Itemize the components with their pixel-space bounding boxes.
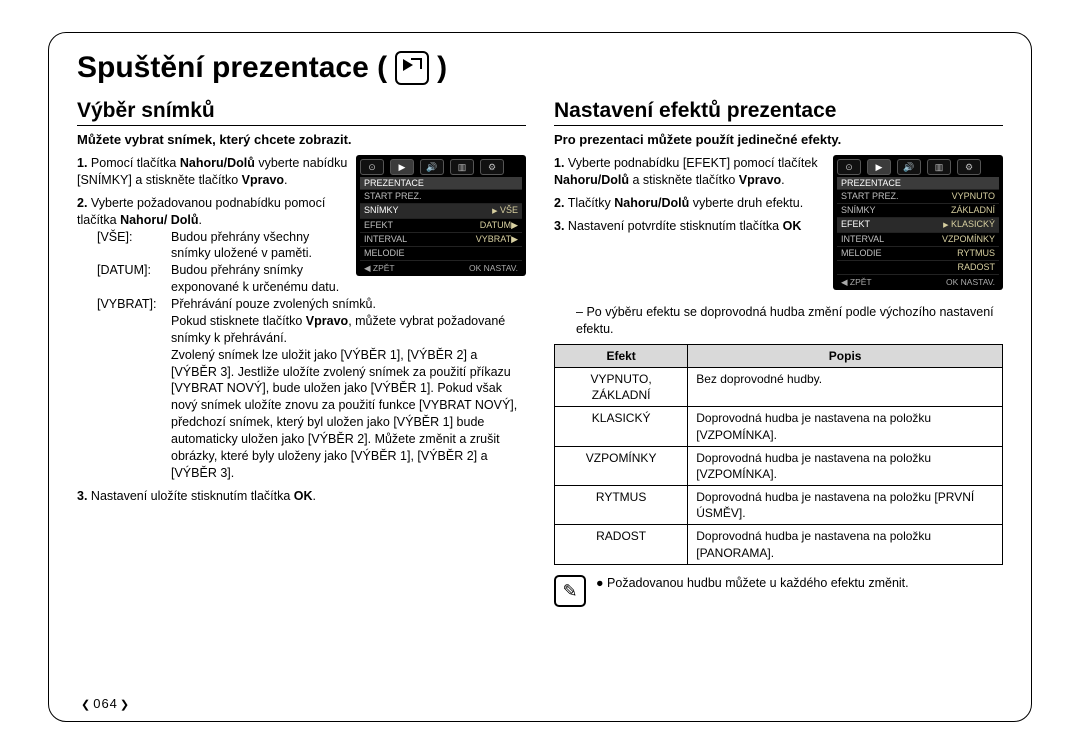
t: Vpravo xyxy=(739,173,781,187)
title-close: ) xyxy=(437,51,447,85)
screen-tab-icon: ⊙ xyxy=(837,159,861,175)
screen-tab-icon: ⊙ xyxy=(360,159,384,175)
title-text: Spuštění prezentace ( xyxy=(77,51,387,85)
screen-row-l: START PREZ. xyxy=(364,190,422,203)
screen-tab-icon: ⚙ xyxy=(957,159,981,175)
td: VYPNUTO, ZÁKLADNÍ xyxy=(555,367,688,406)
screen-row-l: SNÍMKY xyxy=(364,204,399,218)
table-row: KLASICKÝDoprovodná hudba je nastavena na… xyxy=(555,407,1003,446)
opt-v: Budou přehrány snímky exponované k určen… xyxy=(171,262,348,296)
td: KLASICKÝ xyxy=(555,407,688,446)
step-3: 3 Nastavení uložíte stisknutím tlačítka … xyxy=(77,488,526,505)
t: . xyxy=(199,213,202,227)
screen-foot-l: ◀ ZPĚT xyxy=(841,277,872,288)
th: Popis xyxy=(688,344,1003,367)
th: Efekt xyxy=(555,344,688,367)
opt-k: [VŠE]: xyxy=(97,229,171,263)
opt-k: [DATUM]: xyxy=(97,262,171,296)
right-lead: Pro prezentaci můžete použít jedinečné e… xyxy=(554,132,1003,147)
screen-row-l: EFEKT xyxy=(364,219,393,232)
camera-screen-right: ⊙ ▶ 🔊 ▥ ⚙ PREZENTACE START PREZ.VYPNUTO … xyxy=(833,155,1003,290)
screen-row-r: ZÁKLADNÍ xyxy=(951,204,995,217)
td: VZPOMÍNKY xyxy=(555,446,688,485)
screen-row-r: VZPOMÍNKY xyxy=(942,233,995,246)
left-lead: Můžete vybrat snímek, který chcete zobra… xyxy=(77,132,526,147)
td: RADOST xyxy=(555,525,688,564)
screen-row-l: MELODIE xyxy=(841,247,882,260)
screen-header: PREZENTACE xyxy=(837,177,999,189)
td: RYTMUS xyxy=(555,486,688,525)
td: Doprovodná hudba je nastavena na položku… xyxy=(688,446,1003,485)
t: Nahoru/Dolů xyxy=(554,173,629,187)
t: vyberte druh efektu. xyxy=(689,196,803,210)
t: Nahoru/ Dolů xyxy=(120,213,198,227)
t: Pokud stisknete tlačítko xyxy=(171,314,306,328)
slideshow-icon xyxy=(395,51,429,85)
screen-foot-l: ◀ ZPĚT xyxy=(364,263,395,274)
td: Doprovodná hudba je nastavena na položku… xyxy=(688,525,1003,564)
camera-screen-left: ⊙ ▶ 🔊 ▥ ⚙ PREZENTACE START PREZ. SNÍMKY▶… xyxy=(356,155,526,276)
screen-tab-icon: ⚙ xyxy=(480,159,504,175)
screen-foot-r: OK NASTAV. xyxy=(946,277,995,288)
screen-row-l: INTERVAL xyxy=(841,233,884,246)
table-row: RYTMUSDoprovodná hudba je nastavena na p… xyxy=(555,486,1003,525)
screen-row-l: SNÍMKY xyxy=(841,204,876,217)
screen-row-r: VYBRAT▶ xyxy=(476,233,518,246)
td: Bez doprovodné hudby. xyxy=(688,367,1003,406)
t: Vyberte podnabídku [EFEKT] pomocí tlačít… xyxy=(568,156,818,170)
screen-tab-icon: ▶ xyxy=(867,159,891,175)
screen-row-l: START PREZ. xyxy=(841,190,899,203)
t: Vpravo xyxy=(242,173,284,187)
screen-row-l: INTERVAL xyxy=(364,233,407,246)
table-row: RADOSTDoprovodná hudba je nastavena na p… xyxy=(555,525,1003,564)
screen-row-r: VYPNUTO xyxy=(952,190,995,203)
right-column: Nastavení efektů prezentace Pro prezenta… xyxy=(554,93,1003,607)
screen-row-l: EFEKT xyxy=(841,218,870,232)
t: Nahoru/Dolů xyxy=(614,196,689,210)
note-text: Požadovanou hudbu můžete u každého efekt… xyxy=(607,576,909,590)
t: a stiskněte tlačítko xyxy=(629,173,739,187)
opt-k: [VYBRAT]: xyxy=(97,296,171,313)
t: Nahoru/Dolů xyxy=(180,156,255,170)
left-heading: Výběr snímků xyxy=(77,99,526,126)
screen-row-r: VŠE xyxy=(500,205,518,215)
screen-foot-r: OK NASTAV. xyxy=(469,263,518,274)
t: Pomocí tlačítka xyxy=(91,156,180,170)
para: Zvolený snímek lze uložit jako [VÝBĚR 1]… xyxy=(171,347,526,482)
opt-v: Budou přehrány všechny snímky uložené v … xyxy=(171,229,348,263)
screen-row-l: MELODIE xyxy=(364,247,405,260)
page-title: Spuštění prezentace ( ) xyxy=(77,51,1003,85)
t: . xyxy=(781,173,784,187)
effects-table: EfektPopis VYPNUTO, ZÁKLADNÍBez doprovod… xyxy=(554,344,1003,565)
table-row: VZPOMÍNKYDoprovodná hudba je nastavena n… xyxy=(555,446,1003,485)
screen-header: PREZENTACE xyxy=(360,177,522,189)
right-heading: Nastavení efektů prezentace xyxy=(554,99,1003,126)
t: Nastavení uložíte stisknutím tlačítka xyxy=(91,489,294,503)
screen-row-r: KLASICKÝ xyxy=(951,219,995,229)
bullet: Po výběru efektu se doprovodná hudba změ… xyxy=(576,305,994,336)
screen-row-r: DATUM▶ xyxy=(480,219,518,232)
screen-row-r: RYTMUS xyxy=(957,247,995,260)
page-number: 064 xyxy=(81,696,130,711)
t: Vpravo xyxy=(306,314,348,328)
screen-tab-icon: 🔊 xyxy=(897,159,921,175)
td: Doprovodná hudba je nastavena na položku… xyxy=(688,407,1003,446)
t: OK xyxy=(783,219,802,233)
screen-row-r: RADOST xyxy=(957,261,995,274)
t: . xyxy=(284,173,287,187)
pencil-note-icon: ✎ xyxy=(554,575,586,607)
left-column: Výběr snímků Můžete vybrat snímek, který… xyxy=(77,93,526,607)
opt-v: Přehrávání pouze zvolených snímků. xyxy=(171,296,376,313)
t: OK xyxy=(294,489,313,503)
t: Nastavení potvrdíte stisknutím tlačítka xyxy=(568,219,783,233)
screen-tab-icon: ▥ xyxy=(927,159,951,175)
t: . xyxy=(313,489,316,503)
t: Tlačítky xyxy=(568,196,615,210)
table-row: VYPNUTO, ZÁKLADNÍBez doprovodné hudby. xyxy=(555,367,1003,406)
screen-tab-icon: 🔊 xyxy=(420,159,444,175)
screen-tab-icon: ▶ xyxy=(390,159,414,175)
td: Doprovodná hudba je nastavena na položku… xyxy=(688,486,1003,525)
screen-tab-icon: ▥ xyxy=(450,159,474,175)
note: ✎ ● Požadovanou hudbu můžete u každého e… xyxy=(554,575,1003,607)
